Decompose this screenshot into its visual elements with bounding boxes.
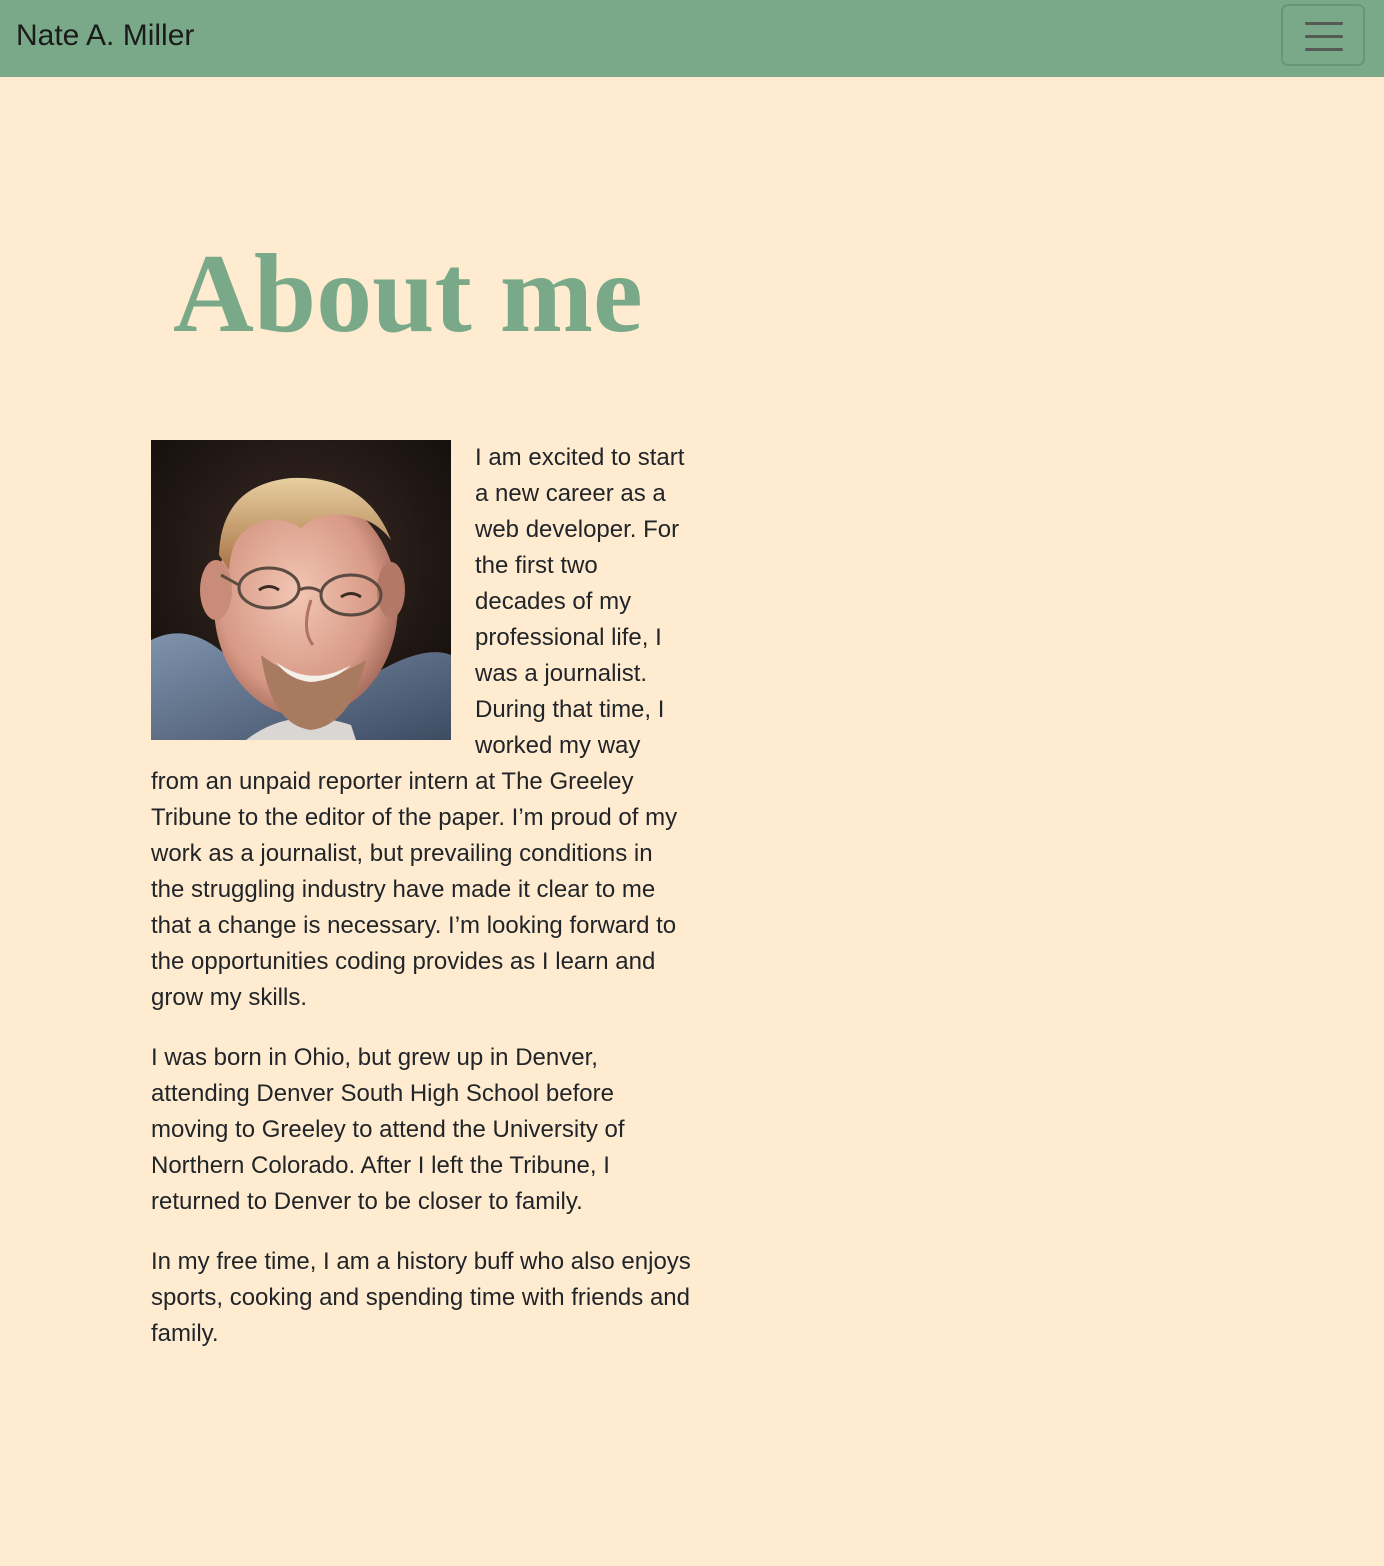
page-title: About me <box>173 232 643 356</box>
navbar: Nate A. Miller <box>0 0 1384 77</box>
portrait-photo <box>151 440 451 740</box>
hamburger-menu-icon <box>1305 22 1343 51</box>
navbar-toggle-button[interactable] <box>1281 4 1365 66</box>
about-paragraph-2: I was born in Ohio, but grew up in Denve… <box>151 1044 625 1215</box>
about-content: I am excited to start a new career as a … <box>151 440 691 1376</box>
navbar-brand[interactable]: Nate A. Miller <box>16 18 194 54</box>
about-paragraph-3: In my free time, I am a history buff who… <box>151 1248 691 1347</box>
